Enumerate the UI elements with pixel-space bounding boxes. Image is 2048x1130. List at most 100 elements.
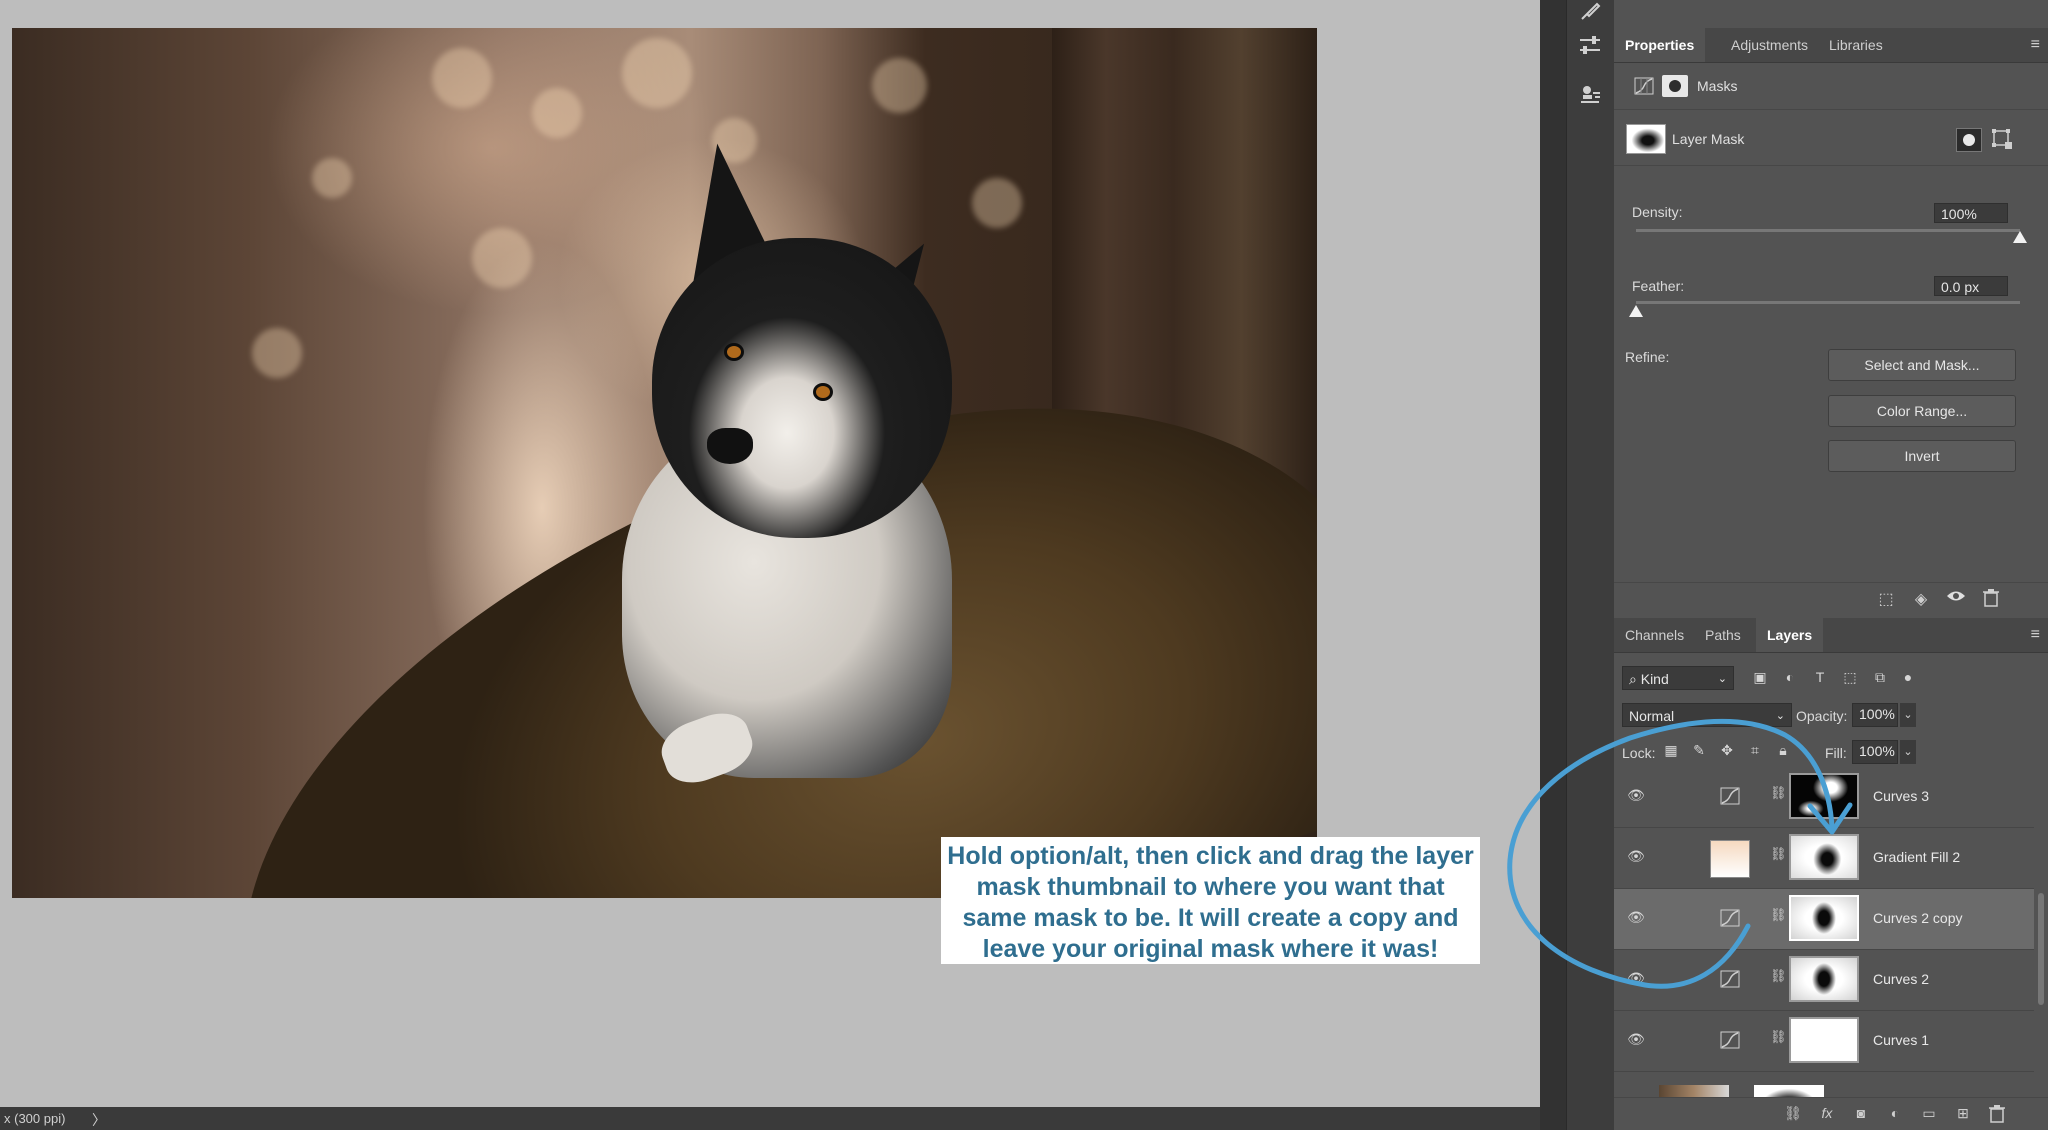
chain-link-icon[interactable]: ⛓︎ <box>1770 968 1787 990</box>
layer-filter-kind-select[interactable]: ⌕ Kind ⌄ <box>1622 666 1734 690</box>
feather-slider-thumb[interactable] <box>1629 305 1643 317</box>
add-vector-mask-icon[interactable] <box>1991 128 2013 150</box>
opacity-label: Opacity: <box>1796 708 1848 724</box>
tab-properties[interactable]: Properties <box>1614 28 1706 62</box>
layer-list: 👁︎ ⛓︎ Curves 3 👁︎ ⛓︎ Gradient Fill 2 👁︎ <box>1614 767 2034 1097</box>
curves-adjustment-icon <box>1720 1031 1740 1049</box>
right-panels: Properties Adjustments Libraries ≡ Masks… <box>1614 0 2048 1130</box>
eye-icon[interactable]: 👁︎ <box>1626 1031 1646 1047</box>
density-slider-thumb[interactable] <box>2013 231 2027 243</box>
layer-row-curves-2-copy[interactable]: 👁︎ ⛓︎ Curves 2 copy <box>1614 889 2034 950</box>
filter-toggle-icon[interactable]: ● <box>1898 669 1918 689</box>
layer-mask-thumbnail[interactable] <box>1789 834 1859 880</box>
layer-mask-thumbnail[interactable] <box>1789 1017 1859 1063</box>
clone-source-icon[interactable] <box>1573 78 1607 112</box>
lock-transparent-pixels-icon[interactable]: ▦ <box>1662 742 1680 762</box>
layer-mask-thumbnail[interactable] <box>1789 956 1859 1002</box>
blend-mode-select[interactable]: Normal ⌄ <box>1622 703 1792 727</box>
lock-image-pixels-icon[interactable]: ✎ <box>1690 742 1708 762</box>
lock-position-icon[interactable]: ✥ <box>1718 742 1736 762</box>
shape-layer-filter-icon[interactable]: ⬚ <box>1840 669 1860 689</box>
lock-label: Lock: <box>1622 745 1656 761</box>
chain-link-icon[interactable]: ⛓︎ <box>1770 907 1787 929</box>
select-and-mask-button[interactable]: Select and Mask... <box>1828 349 2016 381</box>
layer-mask-row: Layer Mask <box>1614 110 2048 166</box>
feather-input[interactable]: 0.0 px <box>1934 276 2008 296</box>
tab-paths[interactable]: Paths <box>1694 618 1752 652</box>
pixel-layer-filter-icon[interactable]: ▣ <box>1750 669 1770 689</box>
density-input[interactable]: 100% <box>1934 203 2008 223</box>
hamburger-menu-icon[interactable]: ≡ <box>2031 36 2040 54</box>
curves-adjustment-icon <box>1720 909 1740 927</box>
eye-icon[interactable]: 👁︎ <box>1626 848 1646 864</box>
layer-thumbnail <box>1659 1085 1729 1097</box>
chain-link-icon[interactable]: ⛓︎ <box>1770 785 1787 807</box>
gradient-fill-thumbnail <box>1710 840 1750 878</box>
link-layers-icon[interactable]: ⛓︎ <box>1782 1105 1804 1125</box>
lock-all-icon[interactable]: 🔒︎ <box>1774 742 1792 762</box>
tab-libraries[interactable]: Libraries <box>1818 28 1894 62</box>
opacity-input[interactable]: 100% <box>1852 703 1898 727</box>
apply-mask-icon[interactable]: ◈ <box>1909 589 1933 611</box>
eye-icon[interactable]: 👁︎ <box>1626 787 1646 803</box>
search-icon: ⌕ <box>1629 671 1637 687</box>
eye-icon[interactable] <box>1944 589 1968 611</box>
chevron-down-icon: ⌄ <box>1775 710 1785 722</box>
fill-input[interactable]: 100% <box>1852 740 1898 764</box>
tab-layers[interactable]: Layers <box>1756 618 1824 652</box>
invert-button[interactable]: Invert <box>1828 440 2016 472</box>
layers-tab-bar: Channels Paths Layers ≡ <box>1614 618 2048 653</box>
brush-icon[interactable] <box>1573 0 1607 28</box>
curves-adjustment-icon <box>1720 970 1740 988</box>
lock-artboard-icon[interactable]: ⌗ <box>1746 742 1764 762</box>
layer-name: Curves 1 <box>1873 1032 1930 1048</box>
layer-style-fx-icon[interactable]: fx <box>1816 1105 1838 1125</box>
color-range-button[interactable]: Color Range... <box>1828 395 2016 427</box>
add-mask-icon[interactable]: ◙ <box>1850 1105 1872 1125</box>
layer-row-curves-2[interactable]: 👁︎ ⛓︎ Curves 2 <box>1614 950 2034 1011</box>
new-adjustment-layer-icon[interactable]: ◐ <box>1884 1105 1906 1125</box>
layers-scrollbar[interactable] <box>2038 893 2044 1005</box>
layer-row-background-partial[interactable] <box>1614 1075 2034 1097</box>
layer-mask-label: Layer Mask <box>1672 131 1745 147</box>
adjustment-sliders-icon[interactable] <box>1573 28 1607 62</box>
adjustment-layer-filter-icon[interactable]: ◐ <box>1780 669 1800 689</box>
curves-adjustment-icon <box>1720 787 1740 805</box>
chain-link-icon[interactable]: ⛓︎ <box>1770 846 1787 868</box>
dog-head <box>652 238 952 538</box>
pixel-mask-icon[interactable] <box>1662 75 1688 97</box>
add-pixel-mask-icon[interactable] <box>1956 128 1982 152</box>
layer-mask-thumbnail[interactable] <box>1789 895 1859 941</box>
refine-label: Refine: <box>1625 349 1670 365</box>
layer-mask-thumbnail[interactable] <box>1626 124 1666 154</box>
document-canvas[interactable]: Hold option/alt, then click and drag the… <box>0 0 1540 1107</box>
eye-icon[interactable]: 👁︎ <box>1626 909 1646 925</box>
new-layer-icon[interactable]: ⊞ <box>1952 1105 1974 1125</box>
chain-link-icon[interactable]: ⛓︎ <box>1770 1029 1787 1051</box>
hamburger-menu-icon[interactable]: ≡ <box>2031 626 2040 644</box>
layer-mask-thumbnail[interactable] <box>1789 773 1859 819</box>
chevron-down-icon[interactable]: ⌄ <box>1900 703 1916 727</box>
dog-photo[interactable] <box>12 28 1317 898</box>
layer-row-curves-3[interactable]: 👁︎ ⛓︎ Curves 3 <box>1614 767 2034 828</box>
fill-label: Fill: <box>1825 745 1847 761</box>
type-layer-filter-icon[interactable]: T <box>1810 669 1830 689</box>
density-slider-track[interactable] <box>1636 229 2020 232</box>
tab-channels[interactable]: Channels <box>1614 618 1695 652</box>
layer-row-curves-1[interactable]: 👁︎ ⛓︎ Curves 1 <box>1614 1011 2034 1072</box>
chevron-right-icon[interactable]: 〉 <box>92 1110 106 1130</box>
trash-icon[interactable] <box>1986 1105 2008 1125</box>
curves-adjustment-icon[interactable] <box>1634 77 1654 95</box>
layer-name: Curves 2 copy <box>1873 910 1963 926</box>
dog-eye-right <box>816 386 830 398</box>
load-selection-icon[interactable]: ⬚ <box>1874 589 1898 611</box>
feather-slider-track[interactable] <box>1636 301 2020 304</box>
layer-row-gradient-fill-2[interactable]: 👁︎ ⛓︎ Gradient Fill 2 <box>1614 828 2034 889</box>
chevron-down-icon[interactable]: ⌄ <box>1900 740 1916 764</box>
new-group-folder-icon[interactable]: ▭ <box>1918 1105 1940 1125</box>
masks-header-row: Masks <box>1614 63 2048 110</box>
trash-icon[interactable] <box>1979 589 2003 611</box>
tab-adjustments[interactable]: Adjustments <box>1720 28 1819 62</box>
smart-object-filter-icon[interactable]: ⧉ <box>1870 669 1890 689</box>
eye-icon[interactable]: 👁︎ <box>1626 970 1646 986</box>
